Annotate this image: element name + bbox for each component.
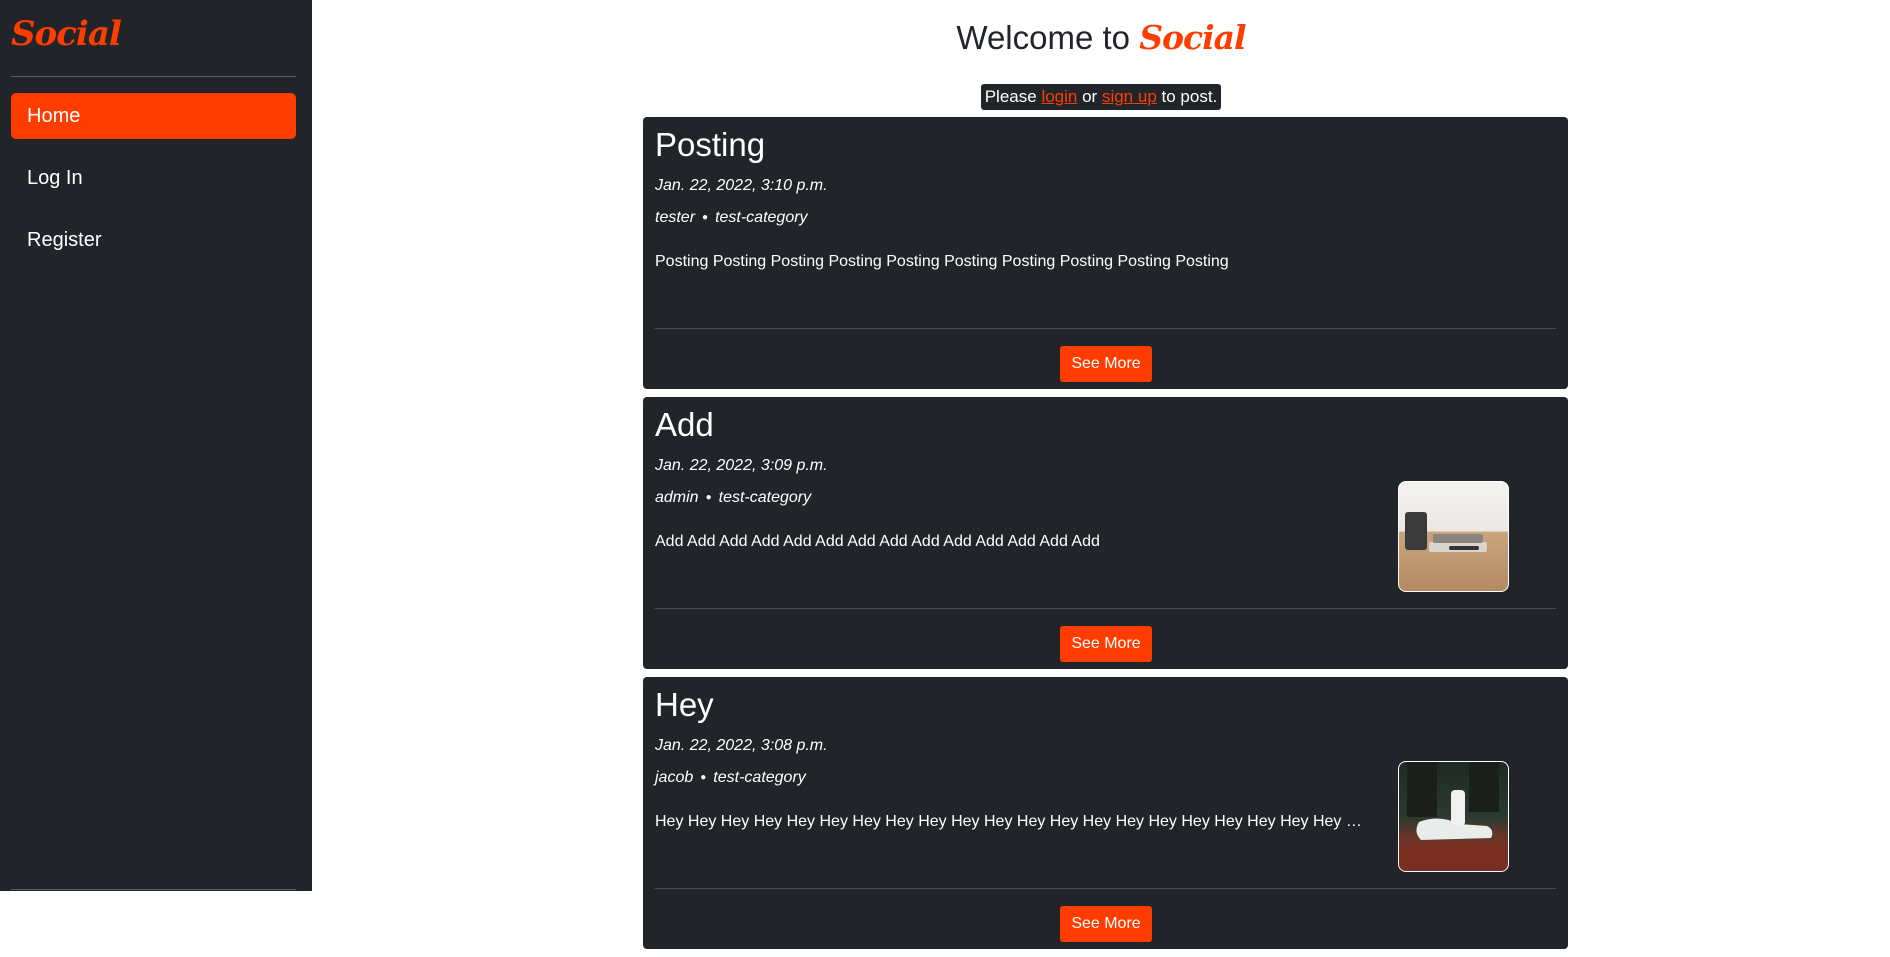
post-meta: jacob ● test-category [655,769,806,787]
see-more-button[interactable]: See More [1060,346,1152,382]
post-divider [655,888,1556,889]
post-title[interactable]: Hey [655,686,714,724]
login-notice-wrapper: Please login or sign up to post. [312,84,1890,110]
login-link[interactable]: login [1041,87,1077,106]
post-author[interactable]: jacob [655,769,693,786]
post-author[interactable]: admin [655,489,699,506]
bullet-separator-icon: ● [705,492,712,504]
see-more-button[interactable]: See More [1060,626,1152,662]
post-category[interactable]: test-category [715,209,807,226]
post-divider [655,608,1556,609]
sidebar-nav: Home Log In Register [11,93,296,279]
post-body: Add Add Add Add Add Add Add Add Add Add … [655,533,1100,550]
post-category[interactable]: test-category [719,489,811,506]
sidebar: Social Home Log In Register [0,0,312,891]
welcome-text: Welcome to [956,19,1131,56]
bullet-separator-icon: ● [702,212,709,224]
post-feed: Posting Jan. 22, 2022, 3:10 p.m. tester ●… [643,117,1568,957]
page-title: Welcome to Social [312,18,1890,57]
post-author[interactable]: tester [655,209,695,226]
post-date: Jan. 22, 2022, 3:10 p.m. [655,177,828,194]
bullet-separator-icon: ● [700,772,707,784]
post-card: Add Jan. 22, 2022, 3:09 p.m. admin ● test-… [643,397,1568,669]
notice-to-post: to post. [1161,87,1218,106]
post-title[interactable]: Add [655,406,714,444]
post-thumbnail[interactable] [1398,761,1509,872]
welcome-brand: Social [1139,18,1246,57]
notice-please: Please [984,87,1037,106]
post-date: Jan. 22, 2022, 3:08 p.m. [655,737,828,754]
sidebar-divider [11,76,296,77]
post-body: Hey Hey Hey Hey Hey Hey Hey Hey Hey Hey … [655,813,1362,830]
post-body: Posting Posting Posting Posting Posting … [655,253,1229,270]
sidebar-item-home[interactable]: Home [11,93,296,139]
post-title[interactable]: Posting [655,126,765,164]
post-meta: admin ● test-category [655,489,811,507]
post-date: Jan. 22, 2022, 3:09 p.m. [655,457,828,474]
post-thumbnail[interactable] [1398,481,1509,592]
post-card: Hey Jan. 22, 2022, 3:08 p.m. jacob ● test-… [643,677,1568,949]
signup-link[interactable]: sign up [1102,87,1157,106]
notice-or: or [1082,87,1098,106]
sidebar-item-register[interactable]: Register [11,217,296,263]
sidebar-bottom-divider [11,889,296,890]
sidebar-item-login[interactable]: Log In [11,155,296,201]
post-meta: tester ● test-category [655,209,808,227]
post-category[interactable]: test-category [713,769,805,786]
see-more-button[interactable]: See More [1060,906,1152,942]
post-divider [655,328,1556,329]
login-notice: Please login or sign up to post. [980,84,1222,110]
brand-logo[interactable]: Social [11,14,122,54]
desk-scene-icon [1405,512,1487,552]
sneaker-scene-icon [1399,762,1508,871]
post-card: Posting Jan. 22, 2022, 3:10 p.m. tester ●… [643,117,1568,389]
